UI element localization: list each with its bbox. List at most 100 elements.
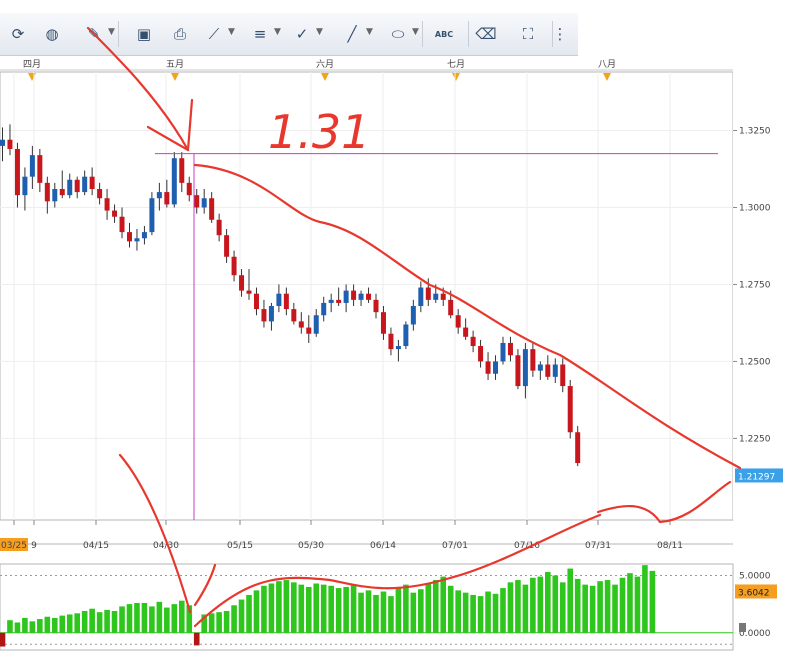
pane-resize-handle — [739, 623, 746, 632]
indicator-bar — [119, 606, 125, 633]
bearish-candle — [44, 182, 50, 202]
indicator-bar — [365, 590, 372, 633]
bearish-candle — [455, 315, 461, 328]
indicator-bar — [156, 601, 163, 633]
bearish-candle — [291, 309, 297, 322]
bullish-candle — [358, 293, 364, 300]
indicator-bar — [649, 570, 656, 633]
indicator-bar — [231, 605, 237, 633]
bearish-candle — [470, 336, 476, 347]
bearish-candle — [209, 198, 215, 220]
indicator-bar — [276, 581, 282, 633]
indicator-bar — [582, 584, 588, 633]
indicator-bar — [395, 588, 402, 633]
indicator-bar — [141, 602, 148, 633]
time-tick-label: 07/01 — [442, 541, 468, 551]
bearish-candle — [216, 219, 222, 236]
bullish-candle — [156, 192, 162, 199]
month-label: 五月 — [166, 59, 184, 70]
time-tick-label: 07/31 — [585, 541, 611, 551]
indicator-bar — [545, 572, 551, 633]
bullish-candle — [268, 306, 274, 322]
indicator-bar — [96, 612, 103, 633]
indicator-bar — [425, 583, 432, 633]
bullish-candle — [328, 299, 334, 303]
indicator-bar — [171, 604, 178, 633]
bullish-candle — [522, 349, 528, 387]
current-price-label: 1.21297 — [738, 472, 775, 482]
month-label: 八月 — [598, 59, 616, 70]
indicator-bar — [37, 619, 43, 633]
indicator-bar — [74, 613, 80, 633]
bullish-candle — [82, 176, 88, 193]
bearish-candle — [186, 182, 192, 196]
indicator-bar — [216, 612, 222, 633]
bearish-candle — [112, 210, 118, 217]
indicator-bar — [447, 585, 454, 633]
bearish-candle — [89, 176, 95, 190]
bullish-candle — [29, 155, 35, 177]
bearish-candle — [530, 349, 536, 371]
indicator-bar — [283, 580, 290, 633]
indicator-bar — [268, 583, 275, 633]
bearish-candle — [7, 139, 13, 149]
bearish-candle — [373, 299, 379, 313]
bullish-candle — [410, 306, 416, 325]
bearish-candle — [560, 364, 566, 387]
indicator-bar — [89, 608, 95, 633]
bearish-candle — [478, 346, 484, 362]
price-tick-label: 1.3250 — [739, 127, 771, 137]
indicator-bar — [298, 584, 305, 633]
bullish-candle — [500, 342, 506, 362]
indicator-bar — [343, 586, 349, 633]
indicator-bar — [66, 614, 73, 633]
bullish-candle — [395, 346, 401, 350]
bearish-candle — [126, 232, 132, 242]
time-tick-label: 9 — [31, 541, 37, 551]
bearish-candle — [179, 158, 185, 183]
bearish-candle — [545, 364, 551, 377]
indicator-bar — [380, 591, 387, 633]
bearish-candle — [380, 312, 386, 334]
indicator-bar — [418, 589, 424, 633]
time-tick-label: 03/25 — [1, 541, 27, 551]
bullish-candle — [201, 198, 207, 208]
bearish-candle — [239, 275, 245, 291]
indicator-bar — [619, 577, 626, 633]
bullish-candle — [313, 315, 319, 334]
indicator-bar — [134, 602, 140, 633]
indicator-bar — [515, 580, 521, 633]
indicator-bar — [440, 576, 447, 633]
price-tick-label: 1.2500 — [739, 357, 771, 367]
time-tick-label: 06/14 — [370, 541, 396, 551]
bullish-candle — [418, 287, 424, 307]
bearish-candle — [351, 290, 357, 300]
indicator-bar — [14, 622, 21, 633]
bearish-candle — [283, 293, 289, 310]
indicator-bar — [627, 573, 633, 633]
indicator-bar — [634, 576, 641, 633]
indicator-bar — [111, 611, 118, 633]
indicator-bar — [522, 584, 529, 633]
bearish-candle — [253, 293, 259, 310]
indicator-bar — [477, 596, 484, 633]
indicator-bar — [530, 577, 536, 633]
price-tick-label: 1.2250 — [739, 434, 771, 444]
indicator-bar — [388, 596, 394, 633]
annotation-price-note: 1.31 — [268, 105, 370, 159]
bullish-candle — [552, 364, 558, 377]
bearish-candle — [306, 327, 312, 334]
indicator-bar — [612, 584, 618, 633]
bullish-candle — [493, 361, 499, 374]
indicator-bar — [291, 582, 297, 633]
indicator-bar — [313, 583, 320, 633]
bullish-candle — [343, 290, 349, 303]
indicator-bar — [238, 599, 245, 633]
bearish-candle — [507, 342, 513, 356]
indicator-bar — [485, 591, 491, 633]
indicator-bar — [507, 582, 514, 633]
forex-chart: 四月 五月 六月 七月 八月 1.3250 1.3000 1.2750 1.2500 1.2250… — [0, 26, 786, 651]
time-tick-label: 05/30 — [298, 541, 324, 551]
time-tick-label: 04/15 — [83, 541, 109, 551]
bearish-candle — [37, 155, 43, 183]
